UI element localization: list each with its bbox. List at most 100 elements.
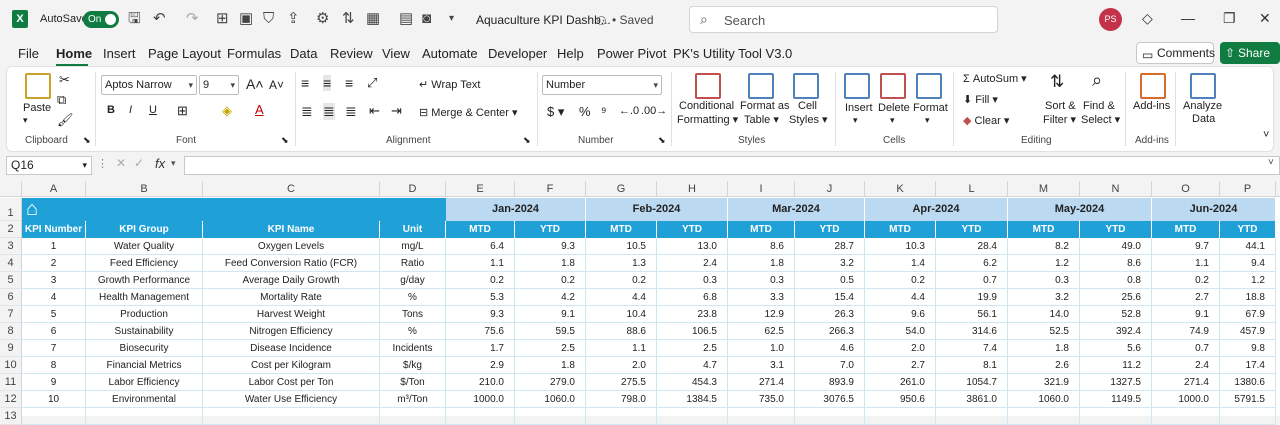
- table-cell[interactable]: 8.6: [1080, 255, 1152, 272]
- conditional-formatting-icon[interactable]: [695, 73, 721, 99]
- format-button[interactable]: Format: [913, 102, 948, 114]
- share-icon[interactable]: ⇪: [287, 10, 300, 28]
- tab-data[interactable]: Data: [290, 46, 317, 61]
- underline-icon[interactable]: U: [149, 104, 157, 116]
- table-cell[interactable]: 0.8: [1080, 272, 1152, 289]
- table-cell[interactable]: 52.8: [1080, 306, 1152, 323]
- table-cell[interactable]: 950.6: [865, 391, 936, 408]
- expand-formula-icon[interactable]: ˅: [1268, 157, 1274, 168]
- table-cell[interactable]: 10.3: [865, 238, 936, 255]
- table-cell[interactable]: 8.6: [728, 238, 795, 255]
- tab-help[interactable]: Help: [557, 46, 584, 61]
- find-select-line1[interactable]: Find &: [1083, 100, 1115, 112]
- row-header-1[interactable]: 1: [0, 198, 22, 221]
- table-cell[interactable]: 3.2: [1008, 289, 1080, 306]
- font-launcher-icon[interactable]: ⬊: [281, 135, 289, 146]
- tab-developer[interactable]: Developer: [488, 46, 547, 61]
- comma-icon[interactable]: ⁹: [601, 104, 607, 119]
- tab-view[interactable]: View: [382, 46, 410, 61]
- table-cell[interactable]: 54.0: [865, 323, 936, 340]
- column-header-i[interactable]: I: [728, 181, 795, 197]
- table-cell[interactable]: 1384.5: [657, 391, 728, 408]
- align-right-icon[interactable]: ≣: [345, 103, 357, 120]
- table-cell[interactable]: 9.7: [1152, 238, 1220, 255]
- table-cell[interactable]: Water Use Efficiency: [203, 391, 380, 408]
- table-cell[interactable]: 106.5: [657, 323, 728, 340]
- table-cell[interactable]: [865, 408, 936, 425]
- format-dropdown-icon[interactable]: ▾: [925, 115, 930, 126]
- tab-file[interactable]: File: [18, 46, 39, 61]
- table-cell[interactable]: 5: [22, 306, 86, 323]
- table-cell[interactable]: Sustainability: [86, 323, 203, 340]
- align-top-icon[interactable]: ≡: [301, 75, 309, 91]
- table-cell[interactable]: 279.0: [515, 374, 586, 391]
- table-cell[interactable]: Production: [86, 306, 203, 323]
- table-cell[interactable]: 9: [22, 374, 86, 391]
- table-cell[interactable]: [446, 408, 515, 425]
- table-cell[interactable]: 28.4: [936, 238, 1008, 255]
- table-cell[interactable]: 7: [22, 340, 86, 357]
- formula-input[interactable]: [184, 156, 1280, 175]
- filter-icon[interactable]: ⛉: [263, 10, 274, 28]
- table-cell[interactable]: Labor Cost per Ton: [203, 374, 380, 391]
- table-cell[interactable]: 5.3: [446, 289, 515, 306]
- insert-dropdown-icon[interactable]: ▾: [853, 115, 858, 126]
- close-icon[interactable]: ✕: [1259, 10, 1271, 27]
- table-cell[interactable]: 67.9: [1220, 306, 1276, 323]
- tab-home[interactable]: Home: [56, 46, 92, 61]
- table-cell[interactable]: Disease Incidence: [203, 340, 380, 357]
- table-cell[interactable]: 2.0: [865, 340, 936, 357]
- column-header-j[interactable]: J: [795, 181, 865, 197]
- more-options-icon[interactable]: ⋮: [97, 157, 108, 170]
- table-cell[interactable]: 56.1: [936, 306, 1008, 323]
- column-header-a[interactable]: A: [22, 181, 86, 197]
- table-cell[interactable]: 10.4: [586, 306, 657, 323]
- column-header-c[interactable]: C: [203, 181, 380, 197]
- autosum-button[interactable]: Σ AutoSum ▾: [963, 72, 1027, 85]
- undo-icon[interactable]: ↶: [153, 10, 166, 28]
- sort-filter-line1[interactable]: Sort &: [1045, 100, 1076, 112]
- copy-icon[interactable]: ⧉: [57, 92, 66, 108]
- table-cell[interactable]: 8.2: [1008, 238, 1080, 255]
- table-cell[interactable]: 1149.5: [1080, 391, 1152, 408]
- name-box[interactable]: Q16 ▾: [6, 156, 92, 175]
- table-cell[interactable]: 17.4: [1220, 357, 1276, 374]
- sort-filter-line2[interactable]: Filter ▾: [1043, 113, 1076, 126]
- column-header-f[interactable]: F: [515, 181, 586, 197]
- table-cell[interactable]: 4.2: [515, 289, 586, 306]
- tab-utility-tool[interactable]: PK's Utility Tool V3.0: [673, 46, 792, 61]
- table-cell[interactable]: Labor Efficiency: [86, 374, 203, 391]
- select-all-corner[interactable]: [0, 181, 22, 197]
- table-cell[interactable]: 3076.5: [795, 391, 865, 408]
- table-cell[interactable]: mg/L: [380, 238, 446, 255]
- macro-icon[interactable]: ⚙: [316, 10, 329, 28]
- table-cell[interactable]: 3.3: [728, 289, 795, 306]
- table-cell[interactable]: 1.1: [446, 255, 515, 272]
- table-cell[interactable]: 4.7: [657, 357, 728, 374]
- table-cell[interactable]: 6.8: [657, 289, 728, 306]
- camera-icon[interactable]: ◙: [422, 10, 431, 28]
- table-cell[interactable]: Growth Performance: [86, 272, 203, 289]
- table-cell[interactable]: 7.0: [795, 357, 865, 374]
- paste-button[interactable]: Paste: [23, 102, 51, 114]
- borders-icon[interactable]: ⊞: [177, 103, 188, 119]
- table-cell[interactable]: $/Ton: [380, 374, 446, 391]
- table-cell[interactable]: 1000.0: [446, 391, 515, 408]
- cell-styles-icon[interactable]: [793, 73, 819, 99]
- table-cell[interactable]: 13.0: [657, 238, 728, 255]
- tab-review[interactable]: Review: [330, 46, 373, 61]
- table-cell[interactable]: Water Quality: [86, 238, 203, 255]
- increase-indent-icon[interactable]: ⇥: [391, 103, 402, 119]
- format-as-table-line2[interactable]: Table ▾: [744, 113, 779, 126]
- table-cell[interactable]: 0.5: [795, 272, 865, 289]
- column-header-n[interactable]: N: [1080, 181, 1152, 197]
- format-painter-icon[interactable]: 🖌: [57, 112, 74, 128]
- table-cell[interactable]: [380, 408, 446, 425]
- table-cell[interactable]: 266.3: [795, 323, 865, 340]
- table-cell[interactable]: 0.2: [1152, 272, 1220, 289]
- table-cell[interactable]: 2.5: [657, 340, 728, 357]
- table-cell[interactable]: 0.3: [657, 272, 728, 289]
- fill-color-icon[interactable]: ◈: [222, 103, 232, 119]
- tab-insert[interactable]: Insert: [103, 46, 136, 61]
- find-select-line2[interactable]: Select ▾: [1081, 113, 1120, 126]
